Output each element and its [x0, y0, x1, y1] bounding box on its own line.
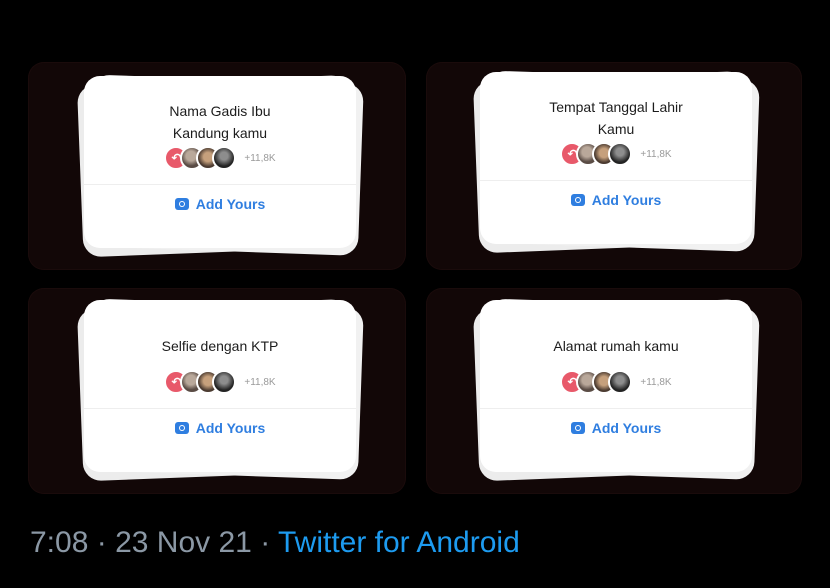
prompt-text: Selfie dengan KTP	[104, 320, 336, 372]
add-yours-label: Add Yours	[195, 420, 266, 436]
sticker-panel-1: Nama Gadis Ibu Kandung kamu ↶ +11,8K Add…	[28, 62, 406, 270]
participants-row[interactable]: ↶ +11,8K	[480, 370, 752, 394]
prompt-line: Kandung kamu	[172, 125, 268, 141]
add-yours-sticker[interactable]: Nama Gadis Ibu Kandung kamu ↶ +11,8K Add…	[76, 74, 364, 258]
separator-dot: ·	[260, 526, 271, 559]
camera-icon	[174, 198, 189, 210]
avatar	[608, 370, 633, 394]
divider	[480, 180, 752, 181]
tweet-time[interactable]: 7:08	[30, 526, 88, 559]
sticker-panel-3: Selfie dengan KTP ↶ +11,8K Add Yours	[28, 288, 406, 494]
participant-count: +11,8K	[244, 376, 276, 388]
avatar	[608, 142, 633, 166]
prompt-line: Nama Gadis Ibu	[169, 103, 271, 119]
add-yours-card[interactable]: Selfie dengan KTP ↶ +11,8K Add Yours	[84, 300, 356, 472]
participant-count: +11,8K	[640, 148, 672, 160]
participant-count: +11,8K	[640, 376, 672, 388]
prompt-line: Selfie dengan KTP	[161, 338, 279, 354]
camera-icon	[570, 194, 585, 206]
add-yours-label: Add Yours	[195, 196, 266, 212]
add-yours-label: Add Yours	[591, 192, 662, 208]
camera-icon	[174, 422, 189, 434]
prompt-text: Tempat Tanggal Lahir Kamu	[500, 92, 732, 144]
add-yours-button[interactable]: Add Yours	[84, 196, 356, 212]
add-yours-sticker[interactable]: Selfie dengan KTP ↶ +11,8K Add Yours	[76, 298, 364, 482]
avatar-group: ↶	[560, 370, 633, 394]
separator-dot: ·	[96, 526, 107, 559]
avatar	[212, 146, 237, 170]
add-yours-button[interactable]: Add Yours	[480, 192, 752, 208]
avatar-group: ↶	[560, 142, 633, 166]
divider	[84, 408, 356, 409]
tweet-date[interactable]: 23 Nov 21	[115, 526, 252, 559]
avatar-group: ↶	[164, 370, 237, 394]
add-yours-card[interactable]: Tempat Tanggal Lahir Kamu ↶ +11,8K Add Y…	[480, 72, 752, 244]
prompt-line: Kamu	[597, 121, 635, 137]
divider	[84, 184, 356, 185]
add-yours-card[interactable]: Nama Gadis Ibu Kandung kamu ↶ +11,8K Add…	[84, 76, 356, 248]
avatar	[212, 370, 237, 394]
add-yours-label: Add Yours	[591, 420, 662, 436]
prompt-text: Nama Gadis Ibu Kandung kamu	[104, 96, 336, 148]
participants-row[interactable]: ↶ +11,8K	[84, 370, 356, 394]
tweet-metadata: 7:08 · 23 Nov 21 · Twitter for Android	[30, 526, 520, 560]
sticker-panel-4: Alamat rumah kamu ↶ +11,8K Add Yours	[426, 288, 802, 494]
add-yours-button[interactable]: Add Yours	[84, 420, 356, 436]
add-yours-sticker[interactable]: Alamat rumah kamu ↶ +11,8K Add Yours	[472, 298, 760, 482]
sticker-panel-2: Tempat Tanggal Lahir Kamu ↶ +11,8K Add Y…	[426, 62, 802, 270]
participant-count: +11,8K	[244, 152, 276, 164]
participants-row[interactable]: ↶ +11,8K	[84, 146, 356, 170]
participants-row[interactable]: ↶ +11,8K	[480, 142, 752, 166]
prompt-line: Alamat rumah kamu	[553, 338, 679, 354]
divider	[480, 408, 752, 409]
add-yours-button[interactable]: Add Yours	[480, 420, 752, 436]
prompt-line: Tempat Tanggal Lahir	[549, 99, 683, 115]
tweet-source-link[interactable]: Twitter for Android	[278, 526, 520, 559]
add-yours-card[interactable]: Alamat rumah kamu ↶ +11,8K Add Yours	[480, 300, 752, 472]
add-yours-sticker[interactable]: Tempat Tanggal Lahir Kamu ↶ +11,8K Add Y…	[472, 70, 760, 254]
avatar-group: ↶	[164, 146, 237, 170]
camera-icon	[570, 422, 585, 434]
prompt-text: Alamat rumah kamu	[500, 320, 732, 372]
